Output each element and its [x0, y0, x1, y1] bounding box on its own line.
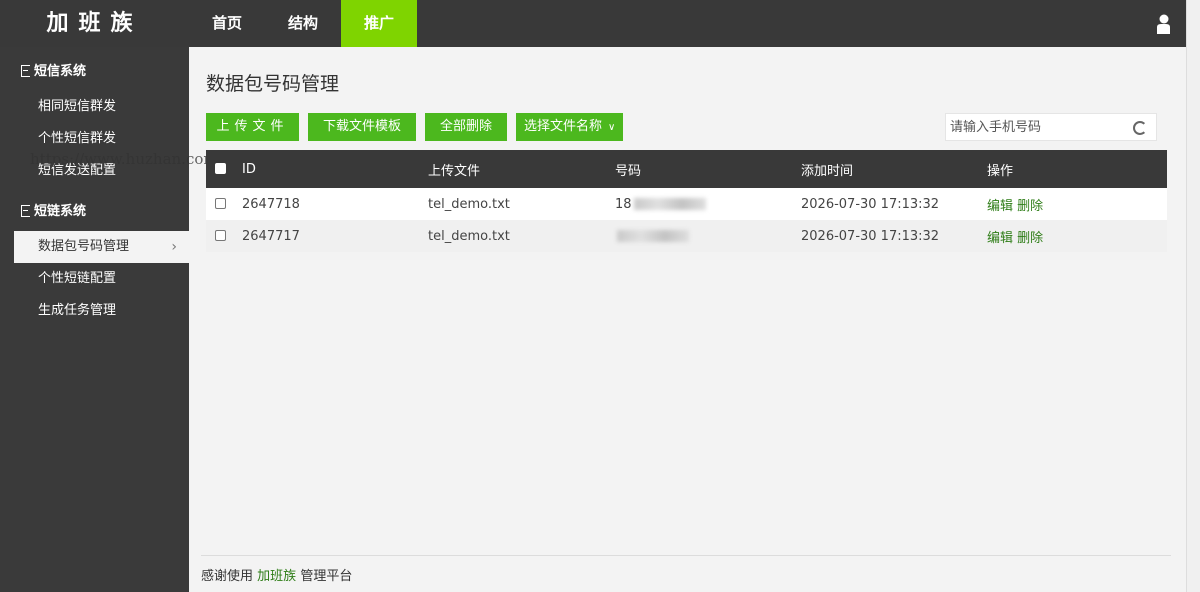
delete-all-button[interactable]: 全部删除 [425, 113, 508, 141]
nav-structure[interactable]: 结构 [265, 0, 341, 47]
user-icon[interactable] [1156, 14, 1170, 34]
sidebar-group-shortlink[interactable]: 短链系统 [0, 193, 189, 231]
cell-file: tel_demo.txt [428, 196, 510, 212]
sidebar-item-label: 数据包号码管理 [38, 239, 130, 254]
footer: 感谢使用 加班族 管理平台 [201, 565, 352, 584]
row-select-cell [206, 188, 242, 220]
group-icon [21, 65, 30, 77]
sidebar-item-same-sms[interactable]: 相同短信群发 [0, 91, 189, 123]
select-file-dropdown[interactable]: 选择文件名称 ∨ [516, 113, 624, 141]
footer-divider [201, 555, 1171, 556]
edit-link[interactable]: 编辑 [987, 199, 1013, 214]
select-file-label: 选择文件名称 [524, 119, 603, 134]
delete-link[interactable]: 删除 [1017, 199, 1043, 214]
cell-actions: 编辑 删除 [987, 195, 1167, 214]
loading-icon [1133, 121, 1147, 135]
header-phone: 号码 [615, 163, 642, 179]
cell-phone [615, 229, 801, 244]
cell-time: 2026-07-30 17:13:32 [801, 196, 940, 212]
sidebar-group-sms[interactable]: 短信系统 [0, 53, 189, 91]
table-header: ID 上传文件 号码 添加时间 操作 [206, 150, 1167, 188]
top-nav: 首页 结构 推广 [189, 0, 417, 47]
window-scrollbar[interactable] [1186, 0, 1200, 592]
row-select-cell [206, 220, 242, 252]
nav-promotion[interactable]: 推广 [341, 0, 417, 47]
phone-prefix: 18 [615, 196, 632, 212]
chevron-down-icon: ∨ [608, 122, 616, 133]
footer-brand-link[interactable]: 加班族 [257, 569, 296, 584]
page-title: 数据包号码管理 [206, 73, 340, 95]
app-logo: 加班族 [46, 11, 143, 36]
top-bar: 加班族 首页 结构 推广 [0, 0, 1186, 47]
cell-phone: 18 [615, 197, 801, 212]
footer-suffix: 管理平台 [300, 569, 353, 584]
cell-actions: 编辑 删除 [987, 227, 1167, 246]
sidebar-item-number-manage[interactable]: 数据包号码管理 › [14, 231, 189, 263]
sidebar: 短信系统 相同短信群发 个性短信群发 短信发送配置 短链系统 数据包号码管理 ›… [0, 47, 189, 592]
sidebar-group-label: 短链系统 [34, 204, 87, 219]
cell-id: 2647718 [242, 196, 300, 212]
group-icon [21, 205, 30, 217]
cell-time: 2026-07-30 17:13:32 [801, 228, 940, 244]
footer-prefix: 感谢使用 [201, 569, 254, 584]
toolbar: 上传文件 下载文件模板 全部删除 选择文件名称 ∨ [206, 113, 624, 141]
numbers-table: ID 上传文件 号码 添加时间 操作 2647718 tel_demo.txt … [206, 150, 1167, 252]
chevron-right-icon: › [171, 239, 177, 255]
delete-link[interactable]: 删除 [1017, 231, 1043, 246]
blurred-phone [633, 198, 706, 210]
main-content: 数据包号码管理 上传文件 下载文件模板 全部删除 选择文件名称 ∨ ID 上传文件… [189, 47, 1186, 592]
cell-file: tel_demo.txt [428, 228, 510, 244]
row-checkbox[interactable] [215, 230, 226, 241]
header-file: 上传文件 [428, 163, 481, 179]
header-id: ID [242, 161, 256, 177]
phone-search-input[interactable] [946, 114, 1130, 140]
sidebar-group-label: 短信系统 [34, 64, 87, 79]
table-row: 2647718 tel_demo.txt 18 2026-07-30 17:13… [206, 188, 1167, 220]
nav-home[interactable]: 首页 [189, 0, 265, 47]
sidebar-item-personal-link[interactable]: 个性短链配置 [0, 263, 189, 295]
select-all-checkbox[interactable] [215, 163, 226, 174]
sidebar-item-task-manage[interactable]: 生成任务管理 [0, 295, 189, 327]
blurred-phone [617, 230, 689, 242]
select-all-cell [206, 150, 242, 188]
table-row: 2647717 tel_demo.txt 2026-07-30 17:13:32… [206, 220, 1167, 252]
header-actions: 操作 [987, 163, 1014, 179]
upload-file-button[interactable]: 上传文件 [206, 113, 299, 141]
header-time: 添加时间 [801, 163, 854, 179]
phone-search-box [945, 113, 1157, 141]
edit-link[interactable]: 编辑 [987, 231, 1013, 246]
download-template-button[interactable]: 下载文件模板 [308, 113, 417, 141]
cell-id: 2647717 [242, 228, 300, 244]
row-checkbox[interactable] [215, 198, 226, 209]
